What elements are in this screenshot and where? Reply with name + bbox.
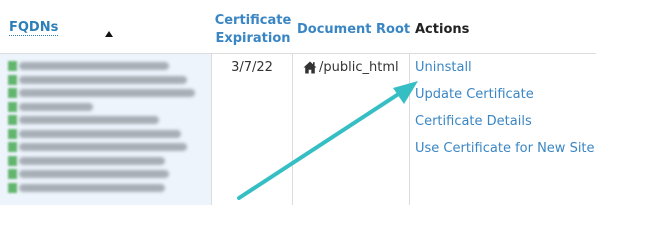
annotation-arrow [237, 81, 418, 200]
